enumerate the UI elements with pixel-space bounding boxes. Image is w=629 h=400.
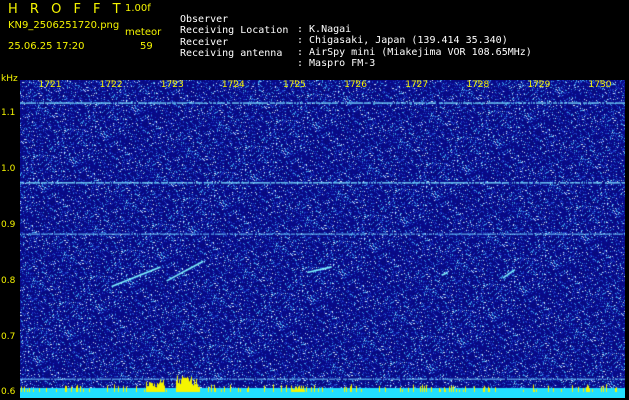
x-tick-label: 1721 (38, 80, 62, 90)
x-tick-label: 1725 (283, 80, 306, 90)
info-label: Receiving antenna (180, 48, 283, 59)
x-tick-label: 1722 (99, 80, 123, 90)
x-tick-label: 1730 (588, 80, 612, 90)
y-tick-label: 0.7 (1, 331, 16, 342)
datetime-label: 25.06.25 17:20 (8, 41, 85, 52)
spectrogram-canvas (20, 80, 625, 398)
y-tick-label: 0.8 (1, 275, 16, 286)
filename-label: KN9_2506251720.png (8, 20, 120, 31)
info-row-antenna: Receiving antenna : Maspro FM-3 (180, 39, 375, 79)
y-tick-label: 1.0 (1, 164, 16, 175)
y-tick-label: 1.1 (1, 108, 16, 119)
x-tick-label: 1727 (405, 80, 429, 90)
x-tick-label: 1726 (344, 80, 368, 90)
info-value: : Maspro FM-3 (297, 58, 376, 69)
x-tick-label: 1728 (466, 80, 490, 90)
mode-label: meteor (125, 27, 162, 38)
y-tick-label: 0.6 (1, 387, 16, 398)
x-tick-label: 1724 (221, 80, 245, 90)
info-value: : K.Nagai (297, 24, 352, 35)
version-label: 1.00f (125, 3, 151, 14)
info-value: : AirSpy mini (Miakejima VOR 108.65MHz) (297, 47, 532, 58)
y-axis-unit: kHz (1, 74, 18, 84)
x-tick-label: 1729 (527, 80, 551, 90)
echo-count: 59 (140, 41, 153, 52)
header-panel: H R O F F T 1.00f KN9_2506251720.png met… (0, 0, 629, 78)
x-tick-label: 1723 (160, 80, 184, 90)
info-value: : Chigasaki, Japan (139.414 35.340) (297, 35, 508, 46)
app-title: H R O F F T (8, 2, 125, 17)
y-tick-label: 0.9 (1, 220, 16, 231)
